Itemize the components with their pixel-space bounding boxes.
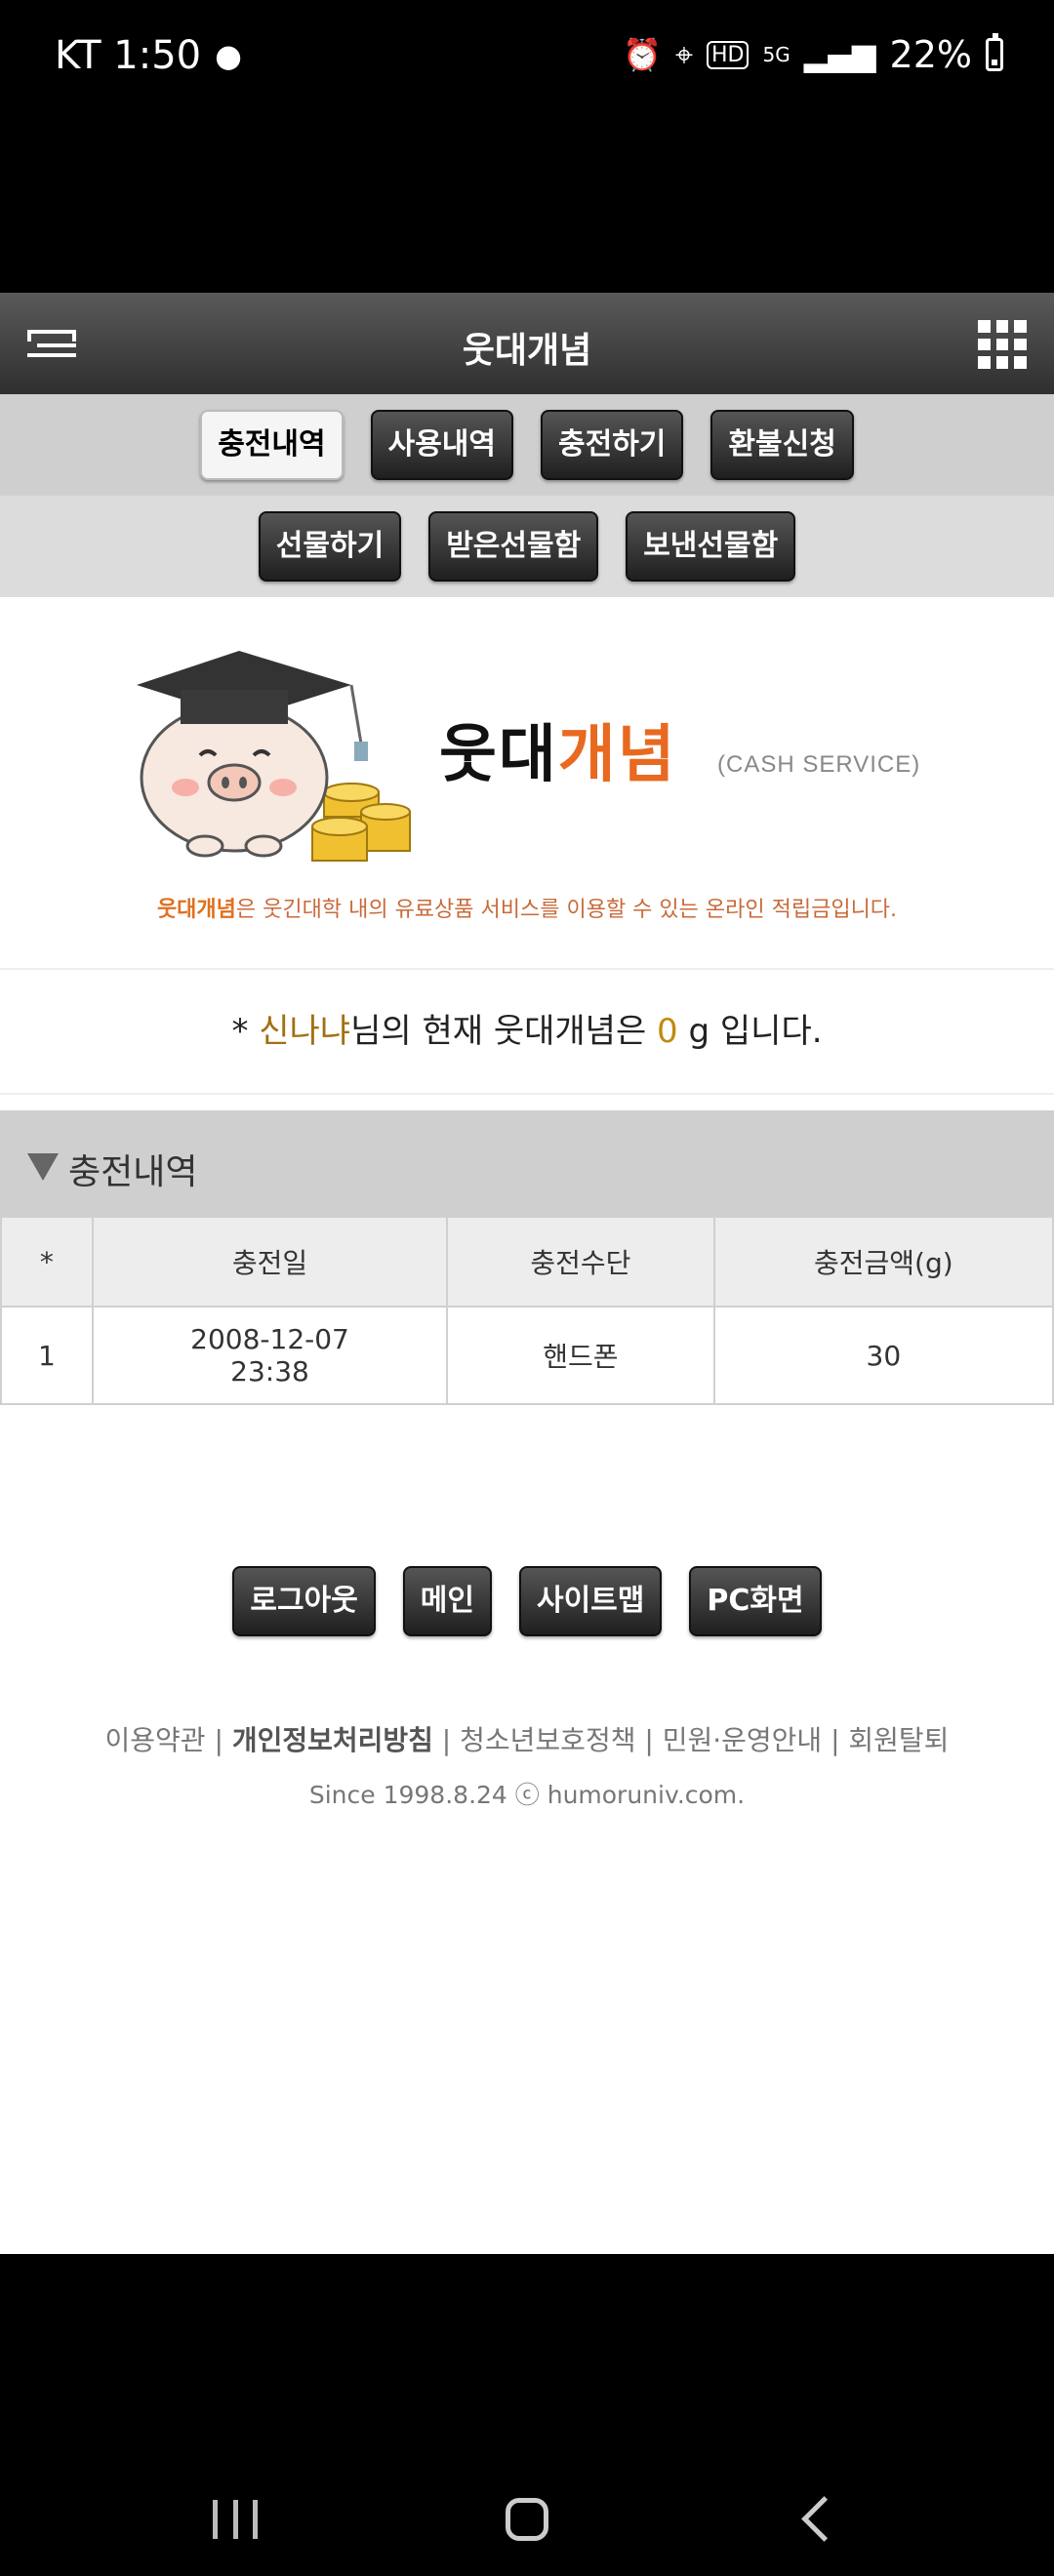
pc-view-button[interactable]: PC화면: [689, 1566, 822, 1636]
brand-wordmark: 웃대개념: [439, 719, 677, 791]
tab-usage-history[interactable]: 사용내역: [370, 410, 513, 480]
main-button[interactable]: 메인: [402, 1566, 492, 1636]
back-icon[interactable]: [801, 2496, 847, 2542]
app-header: 웃대개념: [0, 293, 1054, 394]
balance-amount: 0: [657, 1012, 678, 1051]
apps-grid-icon[interactable]: [978, 320, 1027, 369]
cell-method: 핸드폰: [446, 1306, 715, 1405]
triangle-down-icon: [27, 1153, 59, 1181]
tab-charge[interactable]: 충전하기: [541, 410, 684, 480]
cash-service-tagline: (CASH SERVICE): [717, 751, 921, 778]
youth-policy-link[interactable]: 청소년보호정책: [460, 1724, 635, 1756]
hd-icon: HD: [706, 40, 750, 69]
privacy-link[interactable]: 개인정보처리방침: [232, 1724, 433, 1756]
tab-received-gifts[interactable]: 받은선물함: [428, 511, 599, 582]
section-header: 충전내역: [0, 1110, 1054, 1216]
tab-sent-gifts[interactable]: 보낸선물함: [626, 511, 796, 582]
footer-links: 이용약관 | 개인정보처리방침 | 청소년보호정책 | 민원·운영안내 | 회원…: [104, 1724, 950, 1756]
chat-bubble-icon: ●: [215, 37, 243, 74]
location-icon: ⌖: [674, 35, 693, 73]
battery-icon: [986, 33, 1003, 71]
column-header-amount: 충전금액(g): [712, 1216, 1054, 1308]
tab-row-gift: 선물하기 받은선물함 보낸선물함: [0, 496, 1054, 597]
sitemap-button[interactable]: 사이트맵: [518, 1566, 663, 1636]
signal-icon: ▂▄▆: [803, 36, 876, 73]
copyright: Since 1998.8.24 ⓒ humoruniv.com.: [308, 1781, 746, 1809]
column-header-no: *: [0, 1216, 94, 1308]
section-title: 충전내역: [68, 1152, 198, 1192]
terms-link[interactable]: 이용약관: [105, 1724, 206, 1756]
charge-history-table: * 충전일 충전수단 충전금액(g) 1 2008-12-07 23:38 핸드폰…: [0, 1216, 1054, 1405]
home-icon[interactable]: [506, 2498, 548, 2541]
alarm-icon: ⏰: [623, 36, 662, 73]
cell-no: 1: [0, 1306, 94, 1405]
cell-amount: 30: [712, 1306, 1054, 1405]
table-header-row: * 충전일 충전수단 충전금액(g): [0, 1216, 1054, 1308]
tab-send-gift[interactable]: 선물하기: [258, 511, 402, 582]
withdraw-link[interactable]: 회원탈퇴: [848, 1724, 949, 1756]
system-nav-bar: [0, 2459, 1054, 2576]
service-description: 웃대개념은 웃긴대학 내의 유료상품 서비스를 이용할 수 있는 온라인 적립금…: [156, 898, 898, 922]
tab-charge-history[interactable]: 충전내역: [200, 410, 344, 480]
logout-button[interactable]: 로그아웃: [232, 1566, 376, 1636]
footer-buttons: 로그아웃 메인 사이트맵 PC화면: [0, 1566, 1054, 1636]
column-header-method: 충전수단: [446, 1216, 715, 1308]
5g-icon: 5G: [762, 43, 790, 66]
page-content: 웃대개념 충전내역 사용내역 충전하기 환불신청 선물하기 받은선물함 보낸선물…: [0, 293, 1054, 2254]
table-row: 1 2008-12-07 23:38 핸드폰 30: [0, 1306, 1054, 1405]
page-title: 웃대개념: [462, 331, 592, 371]
graduate-pig-logo: [137, 651, 411, 862]
recent-apps-icon[interactable]: [213, 2500, 258, 2539]
cash-service-banner: 웃대개념 (CASH SERVICE) 웃대개념은 웃긴대학 내의 유료상품 서…: [0, 597, 1054, 970]
user-nickname: 신나냐: [259, 1012, 351, 1051]
column-header-date: 충전일: [91, 1216, 449, 1308]
cell-date: 2008-12-07 23:38: [91, 1306, 449, 1405]
carrier-time: KT 1:50: [55, 33, 202, 78]
tab-row-primary: 충전내역 사용내역 충전하기 환불신청: [0, 394, 1054, 496]
status-bar: KT 1:50 ● ⏰ ⌖ HD 5G ▂▄▆ 22%: [0, 0, 1054, 117]
tab-refund[interactable]: 환불신청: [710, 410, 854, 480]
balance-line: * 신나냐님의 현재 웃대개념은 0 g 입니다.: [0, 970, 1054, 1095]
support-link[interactable]: 민원·운영안내: [663, 1724, 822, 1756]
battery-percent: 22%: [889, 33, 972, 76]
